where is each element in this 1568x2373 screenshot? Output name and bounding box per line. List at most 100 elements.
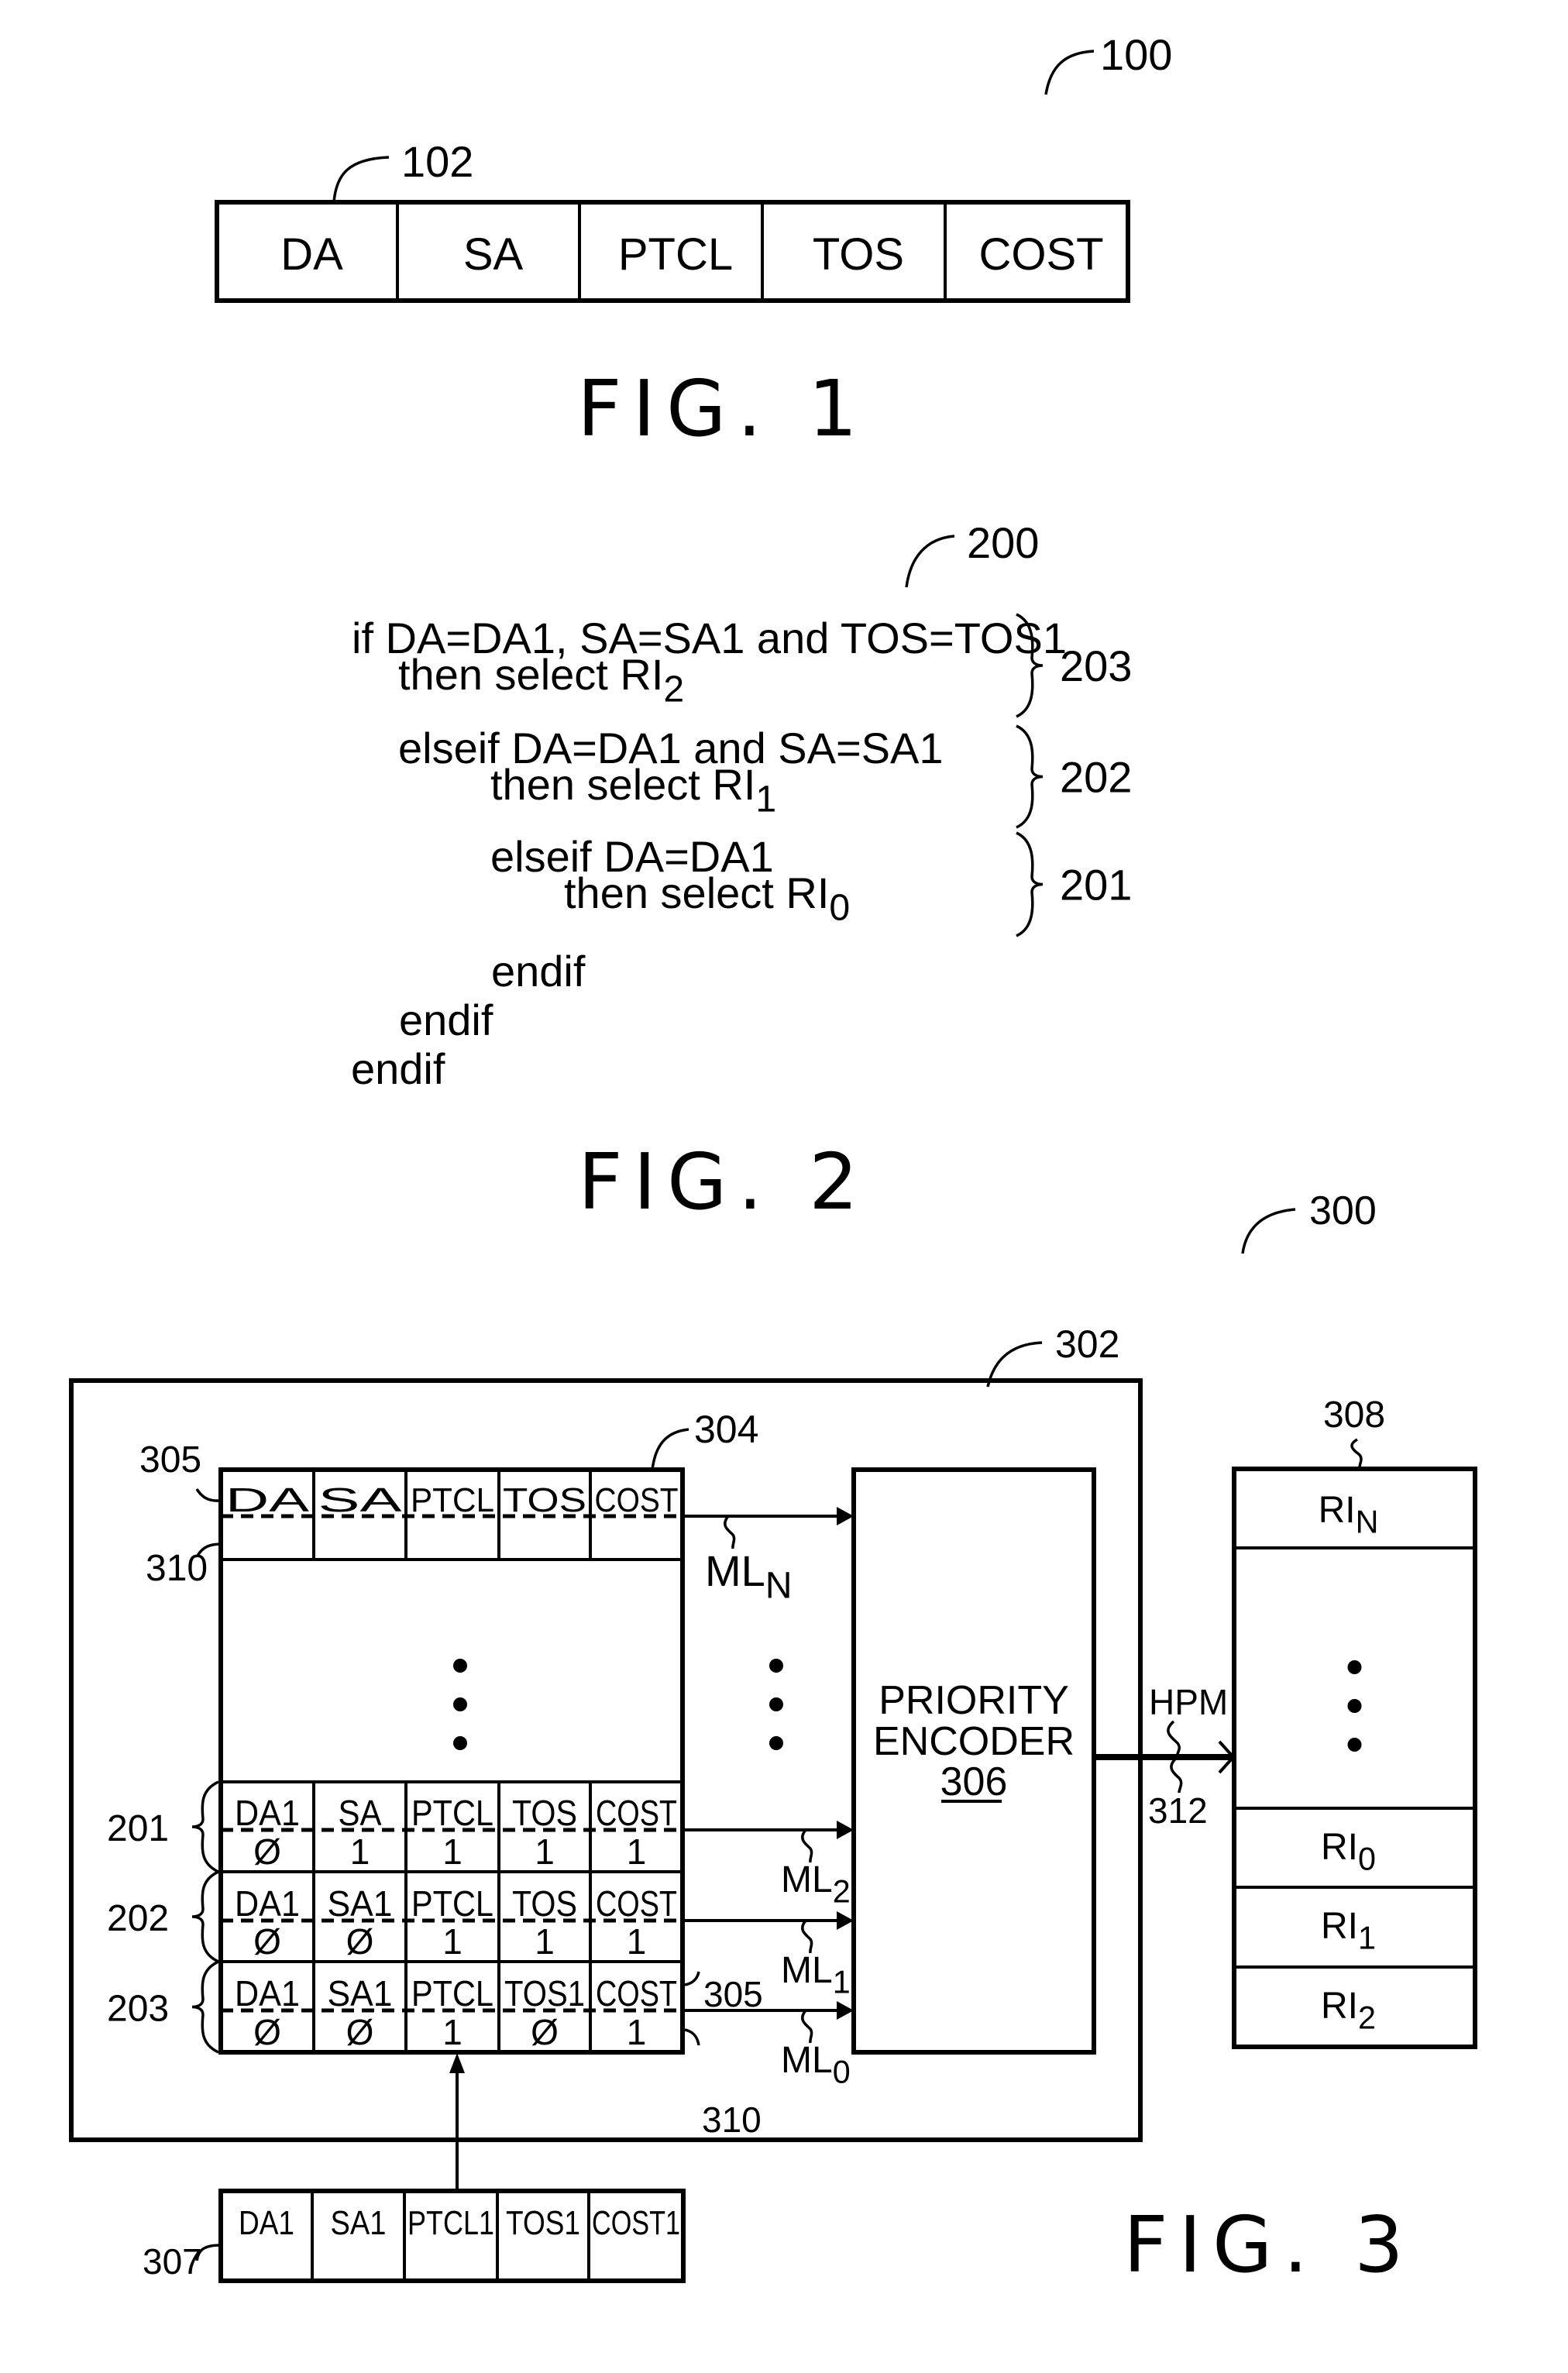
cam-data-cell: COST xyxy=(596,1793,677,1833)
match-line-label-subscript: 0 xyxy=(833,2054,851,2089)
search-key-field: COST1 xyxy=(592,2204,680,2242)
cam-header-cell: DA xyxy=(225,1481,310,1519)
match-line-n-label-subscript: N xyxy=(765,1565,793,1607)
ref-307-label: 307 xyxy=(143,2241,202,2282)
search-key-field: PTCL1 xyxy=(407,2204,494,2242)
ellipsis-dot xyxy=(453,1736,467,1750)
search-key-307: DA1 SA1 PTCL1 TOS1 COST1 xyxy=(218,2189,686,2283)
cam-header-cell: TOS xyxy=(503,1481,586,1519)
fig3-caption: FIG. 3 xyxy=(1123,2199,1415,2290)
ref-312-label: 312 xyxy=(1148,1790,1208,1831)
pseudocode-line: then select RI0 xyxy=(564,868,850,929)
ref-102-leader xyxy=(332,156,390,203)
packet-header-fields: DA SA PTCL TOS COST xyxy=(215,200,1130,303)
pseudocode-line: endif xyxy=(351,1044,445,1093)
fig1: 100 102 DA SA PTCL TOS COST FIG. 1 xyxy=(215,30,1172,454)
cam-data-cell: PTCL xyxy=(411,1973,493,2014)
pseudocode-line-subscript: 1 xyxy=(755,779,776,820)
field-cost: COST xyxy=(978,229,1103,280)
ellipsis-dot xyxy=(769,1659,783,1673)
pseudocode-line-subscript: 0 xyxy=(829,887,850,929)
search-key-field: SA1 xyxy=(331,2204,387,2242)
ri-entry-0-main: RI xyxy=(1321,1827,1358,1868)
ref-200-leader xyxy=(905,535,955,588)
ri-entry-1-main: RI xyxy=(1321,1906,1358,1947)
cam-data-cell: TOS xyxy=(512,1793,577,1833)
ellipsis-dot xyxy=(1347,1660,1362,1674)
ref-308-squiggle xyxy=(1350,1438,1363,1470)
pseudocode-line: endif xyxy=(399,996,493,1044)
fig3: 300 302 DA SA PTCL TOS COSTDA1ØSA1PTCL1TOS1C… xyxy=(69,1188,1477,2290)
ri-entry-n-subscript: N xyxy=(1356,1504,1379,1539)
brace-201 xyxy=(1016,831,1044,937)
pseudocode-line-main: then select RI xyxy=(564,868,829,917)
ref-200-label: 200 xyxy=(967,518,1039,567)
pseudocode-line: then select RI2 xyxy=(398,650,684,710)
cam-data-cell: TOS xyxy=(512,1883,577,1924)
ri-entry-n-main: RI xyxy=(1319,1490,1356,1531)
cam-data-cell: DA1 xyxy=(235,1793,300,1833)
encoder-label-line1: PRIORITY xyxy=(879,1678,1069,1723)
cam-data-cell: PTCL xyxy=(411,1793,493,1833)
cam-mask-cell: 1 xyxy=(442,1831,462,1872)
cam-data-cell: SA xyxy=(339,1793,382,1833)
cam-data-cell: TOS1 xyxy=(504,1973,585,2014)
ellipsis-dot xyxy=(1347,1738,1362,1752)
cam-mask-cell: Ø xyxy=(253,1831,281,1872)
pseudocode-line: then select RI1 xyxy=(490,760,776,820)
match-line-label-main: ML xyxy=(781,1859,833,1900)
brace-202 xyxy=(1016,724,1044,829)
cam-mask-cell: 1 xyxy=(627,2012,647,2052)
ref-304-label: 304 xyxy=(694,1408,758,1451)
search-key-field: DA1 xyxy=(239,2204,294,2242)
ref-308-label: 308 xyxy=(1323,1395,1385,1436)
cam-array-outline xyxy=(218,1467,685,2055)
ri-entry-2-subscript: 2 xyxy=(1358,2000,1376,2035)
cam-header-cell: PTCL xyxy=(411,1481,494,1519)
cam-data-cell: PTCL xyxy=(411,1883,493,1924)
fig1-caption: FIG. 1 xyxy=(577,363,868,454)
pseudocode-line-subscript: 2 xyxy=(663,669,684,710)
ref-100-leader xyxy=(1044,50,1095,95)
search-key-field: TOS1 xyxy=(506,2204,580,2242)
ref-100-label: 100 xyxy=(1100,30,1172,79)
match-line-n-label-main: ML xyxy=(705,1546,765,1595)
fig2: 200 if DA=DA1, SA=SA1 and TOS=TOS1then s… xyxy=(351,518,1132,1227)
field-da: DA xyxy=(280,229,343,280)
ellipsis-dot xyxy=(769,1697,783,1711)
ellipsis-dot xyxy=(1347,1699,1362,1713)
cam-mask-cell: 1 xyxy=(627,1831,647,1872)
brace-label-203: 203 xyxy=(1060,641,1132,690)
ref-300-label: 300 xyxy=(1309,1188,1377,1233)
match-line-label-subscript: 2 xyxy=(833,1873,851,1909)
field-tos: TOS xyxy=(813,229,904,280)
ref-300-leader xyxy=(1241,1208,1296,1254)
ellipsis-dot xyxy=(453,1697,467,1711)
ellipsis-dot xyxy=(769,1736,783,1750)
field-sa: SA xyxy=(463,229,524,280)
patent-drawing-sheet: 100 102 DA SA PTCL TOS COST FIG. 1 200 if DA… xyxy=(69,30,1477,2290)
cam-data-cell: SA1 xyxy=(328,1973,393,2014)
cam-mask-cell: Ø xyxy=(531,2012,559,2052)
route-info-table-308: RINRI0RI1RI2 xyxy=(1232,1467,1477,2049)
cam-mask-cell: Ø xyxy=(253,1921,281,1962)
fig2-caption: FIG. 2 xyxy=(578,1137,869,1227)
pseudocode-line-main: then select RI xyxy=(490,760,755,809)
hpm-squiggle xyxy=(1167,1720,1181,1758)
cam-mask-cell: 1 xyxy=(535,1831,555,1872)
match-line-label-main: ML xyxy=(781,1950,833,1991)
cam-data-cell: DA1 xyxy=(235,1883,300,1924)
ri-entry-1-subscript: 1 xyxy=(1358,1920,1376,1955)
cam-data-cell: SA1 xyxy=(328,1883,393,1924)
ref-305-lower-label: 305 xyxy=(703,1974,763,2014)
ri-entry-0-subscript: 0 xyxy=(1358,1841,1376,1876)
pseudocode-braces: 203 202 201 xyxy=(1016,613,1132,937)
ri-table-outline xyxy=(1232,1467,1477,2049)
cam-data-cell: COST xyxy=(596,1883,677,1924)
cam-mask-cell: 1 xyxy=(350,1831,370,1872)
brace-label-201: 201 xyxy=(1060,861,1132,910)
row-label-203: 203 xyxy=(107,1989,169,2030)
encoder-label-line2: ENCODER xyxy=(873,1719,1075,1764)
cam-mask-cell: 1 xyxy=(442,1921,462,1962)
ref-302-label: 302 xyxy=(1055,1322,1119,1366)
